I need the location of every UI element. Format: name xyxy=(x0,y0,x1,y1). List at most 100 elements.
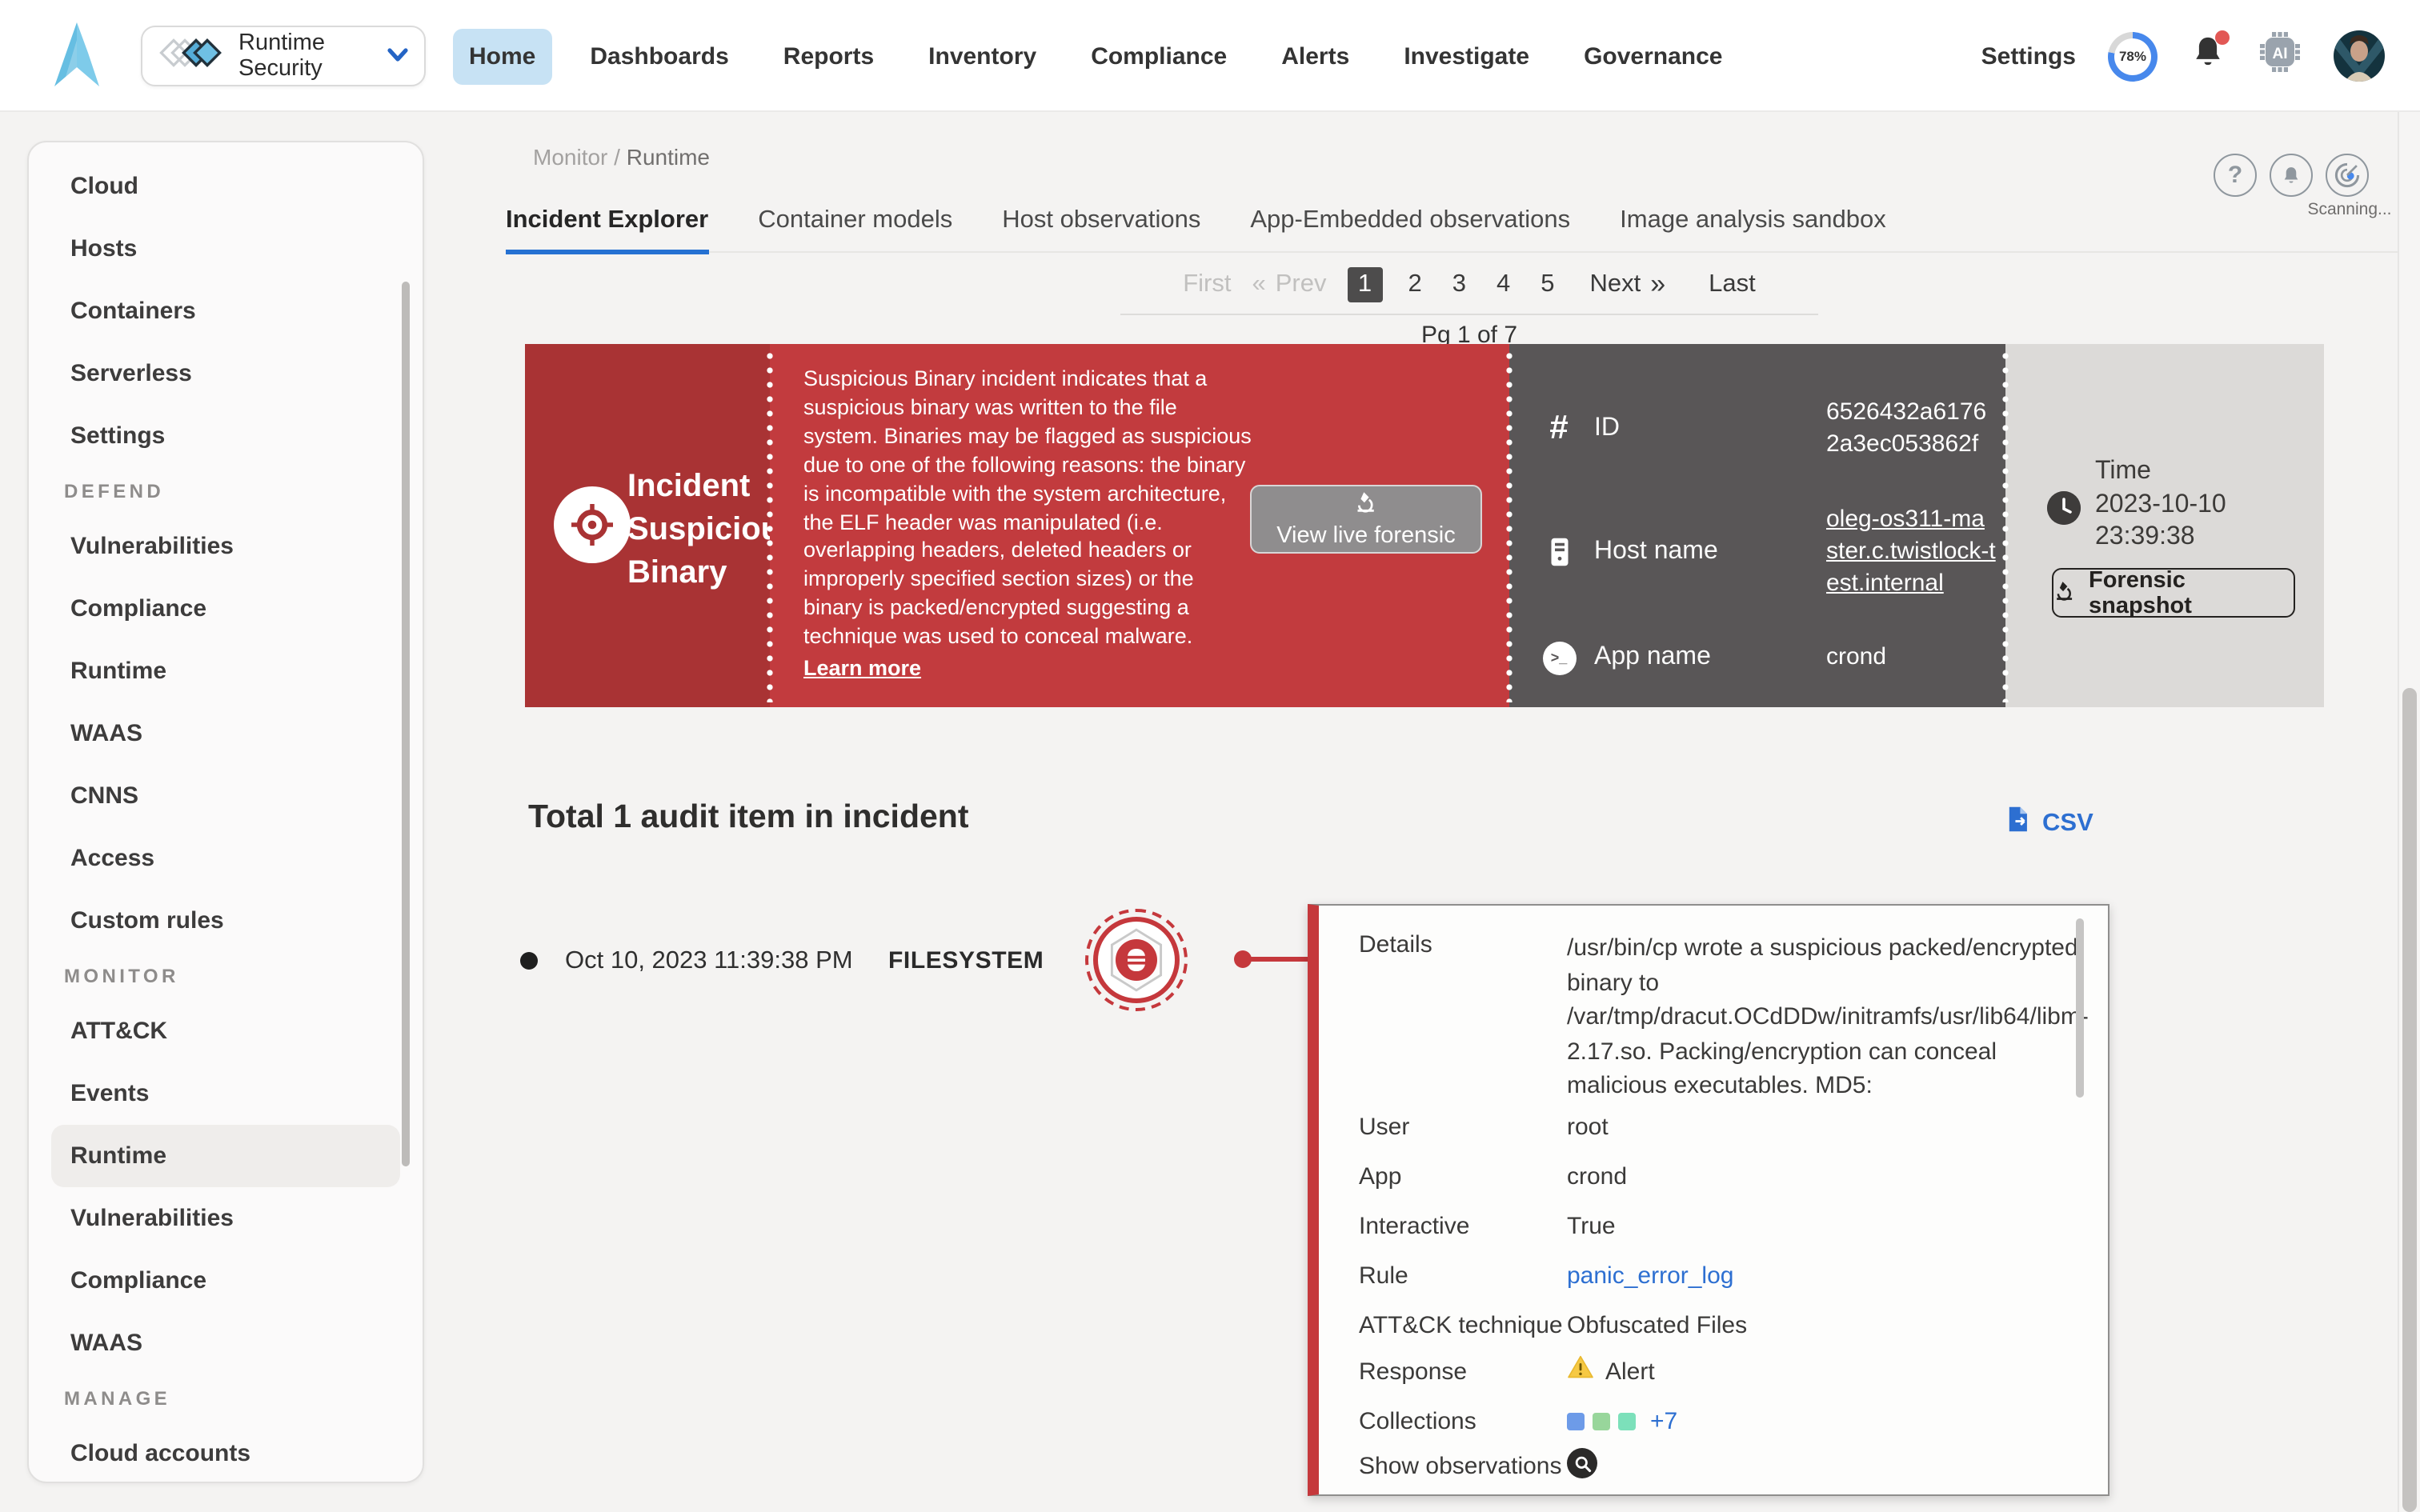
sidebar-item-waas[interactable]: WAAS xyxy=(29,702,423,765)
nav-item-investigate[interactable]: Investigate xyxy=(1388,28,1545,84)
forensic-snapshot-button[interactable]: Forensic snapshot xyxy=(2052,568,2295,618)
pagination-page-5[interactable]: 5 xyxy=(1536,270,1559,299)
pagination: First « Prev 1 2 3 4 5 Next » Last Pg 1 … xyxy=(1120,267,1818,349)
filesystem-event-icon[interactable] xyxy=(1085,909,1188,1011)
csv-label: CSV xyxy=(2042,809,2093,838)
sidebar-item-hosts[interactable]: Hosts xyxy=(29,218,423,280)
warning-icon xyxy=(1567,1355,1594,1387)
sidebar-item-containers[interactable]: Containers xyxy=(29,280,423,342)
brand-logo-icon[interactable] xyxy=(50,21,104,99)
app-root: Runtime Security Home Dashboards Reports… xyxy=(0,0,2420,1512)
collection-chip[interactable] xyxy=(1593,1413,1610,1430)
alerts-bell-icon[interactable] xyxy=(2270,154,2313,197)
sidebar-item-vulnerabilities[interactable]: Vulnerabilities xyxy=(29,515,423,578)
tab-host-observations[interactable]: Host observations xyxy=(1002,206,1200,251)
sidebar-item-runtime-defend[interactable]: Runtime xyxy=(29,640,423,702)
view-live-forensic-button[interactable]: View live forensic xyxy=(1250,485,1482,554)
user-avatar[interactable] xyxy=(2334,30,2385,82)
dotted-divider xyxy=(767,349,773,702)
settings-link[interactable]: Settings xyxy=(1981,42,2076,70)
sidebar-item-settings[interactable]: Settings xyxy=(29,405,423,467)
pagination-prev[interactable]: Prev xyxy=(1276,270,1327,299)
terminal-icon: >_ xyxy=(1538,641,1580,674)
nav-item-inventory[interactable]: Inventory xyxy=(912,28,1052,84)
incident-card: Incident Suspicious Binary Suspicious Bi… xyxy=(525,344,2324,707)
nav-item-alerts[interactable]: Alerts xyxy=(1265,28,1365,84)
dotted-divider xyxy=(1506,349,1512,702)
response-value-row: Alert xyxy=(1567,1355,1655,1387)
tab-app-embedded-observations[interactable]: App-Embedded observations xyxy=(1250,206,1570,251)
collections-more-link[interactable]: +7 xyxy=(1650,1408,1677,1435)
sidebar-item-waas-monitor[interactable]: WAAS xyxy=(29,1312,423,1374)
attack-technique-value: Obfuscated Files xyxy=(1567,1312,1747,1339)
learn-more-link[interactable]: Learn more xyxy=(803,654,921,683)
database-icon xyxy=(1116,939,1157,981)
collection-chip[interactable] xyxy=(1618,1413,1636,1430)
pagination-prev-icon[interactable]: « xyxy=(1252,270,1265,299)
page-scrollbar-thumb[interactable] xyxy=(2402,688,2416,1512)
runtime-tabs: Incident Explorer Container models Host … xyxy=(506,202,2398,253)
page-scrollbar-track[interactable] xyxy=(2398,112,2420,1512)
pagination-page-3[interactable]: 3 xyxy=(1448,270,1471,299)
sidebar-item-access[interactable]: Access xyxy=(29,827,423,890)
sidebar-item-cloud-accounts[interactable]: Cloud accounts xyxy=(29,1422,423,1483)
sidebar-item-custom-rules[interactable]: Custom rules xyxy=(29,890,423,952)
sidebar-item-runtime-monitor-selected[interactable]: Runtime xyxy=(51,1125,400,1187)
nav-item-governance[interactable]: Governance xyxy=(1568,28,1738,84)
rule-link[interactable]: panic_error_log xyxy=(1567,1262,1733,1290)
tab-image-analysis-sandbox[interactable]: Image analysis sandbox xyxy=(1620,206,1886,251)
sidebar-section-monitor: MONITOR xyxy=(29,952,423,1000)
audit-item-category: FILESYSTEM xyxy=(888,947,1044,974)
scanning-status-icon[interactable] xyxy=(2326,154,2369,197)
product-switcher[interactable]: Runtime Security xyxy=(141,26,426,86)
microscope-icon xyxy=(2053,578,2076,607)
ai-assistant-icon[interactable]: AI xyxy=(2258,30,2302,82)
tab-container-models[interactable]: Container models xyxy=(758,206,952,251)
collections-chips: +7 xyxy=(1567,1408,1677,1435)
pagination-next[interactable]: Next xyxy=(1589,270,1641,299)
nav-item-reports[interactable]: Reports xyxy=(767,28,890,84)
user-value: root xyxy=(1567,1114,1609,1141)
main-nav: Home Dashboards Reports Inventory Compli… xyxy=(453,26,1739,86)
audit-item-timestamp: Oct 10, 2023 11:39:38 PM xyxy=(565,947,853,976)
incident-title: Incident Suspicious Binary xyxy=(627,466,787,595)
sidebar-item-attack[interactable]: ATT&CK xyxy=(29,1000,423,1062)
pagination-next-icon[interactable]: » xyxy=(1650,269,1665,301)
nav-item-home[interactable]: Home xyxy=(453,28,551,84)
nav-item-dashboards[interactable]: Dashboards xyxy=(574,28,744,84)
collection-chip[interactable] xyxy=(1567,1413,1585,1430)
response-value: Alert xyxy=(1605,1358,1655,1385)
interactive-label: Interactive xyxy=(1359,1213,1469,1240)
timeline-bullet xyxy=(520,952,538,970)
sidebar-item-cnns[interactable]: CNNS xyxy=(29,765,423,827)
sidebar-scrollbar[interactable] xyxy=(402,282,410,1166)
incident-host-link[interactable]: oleg-os311-master.c.twistlock-test.inter… xyxy=(1826,504,1996,600)
usage-progress-ring[interactable]: 78% xyxy=(2108,31,2158,81)
sidebar-item-compliance-monitor[interactable]: Compliance xyxy=(29,1250,423,1312)
pagination-page-4[interactable]: 4 xyxy=(1492,270,1515,299)
audit-details-panel: Details /usr/bin/cp wrote a suspicious p… xyxy=(1308,904,2109,1496)
pagination-last[interactable]: Last xyxy=(1709,270,1756,299)
breadcrumb-separator: / xyxy=(607,144,626,170)
breadcrumb: Monitor / Runtime xyxy=(533,144,710,170)
details-scrollbar[interactable] xyxy=(2076,918,2084,1098)
nav-item-compliance[interactable]: Compliance xyxy=(1075,28,1243,84)
sidebar-item-cloud[interactable]: Cloud xyxy=(29,155,423,218)
notifications-bell-icon[interactable] xyxy=(2190,33,2226,79)
pagination-page-1-current[interactable]: 1 xyxy=(1347,267,1382,302)
help-icon[interactable]: ? xyxy=(2214,154,2257,197)
pagination-page-2[interactable]: 2 xyxy=(1403,270,1426,299)
csv-export-button[interactable]: CSV xyxy=(2004,805,2093,842)
sidebar: RADARS Cloud Hosts Containers Serverless… xyxy=(27,141,424,1483)
incident-id-row: # ID 6526432a61762a3ec053862f xyxy=(1538,379,1989,478)
show-observations-button[interactable] xyxy=(1567,1448,1597,1478)
audit-heading: Total 1 audit item in incident xyxy=(528,798,969,837)
sidebar-item-vulnerabilities-monitor[interactable]: Vulnerabilities xyxy=(29,1187,423,1250)
sidebar-item-serverless[interactable]: Serverless xyxy=(29,342,423,405)
sidebar-item-compliance[interactable]: Compliance xyxy=(29,578,423,640)
sidebar-item-events[interactable]: Events xyxy=(29,1062,423,1125)
tab-incident-explorer[interactable]: Incident Explorer xyxy=(506,206,708,251)
incident-host-row: Host name oleg-os311-master.c.twistlock-… xyxy=(1538,502,1989,602)
breadcrumb-parent[interactable]: Monitor xyxy=(533,144,607,170)
pagination-first[interactable]: First xyxy=(1183,270,1231,299)
